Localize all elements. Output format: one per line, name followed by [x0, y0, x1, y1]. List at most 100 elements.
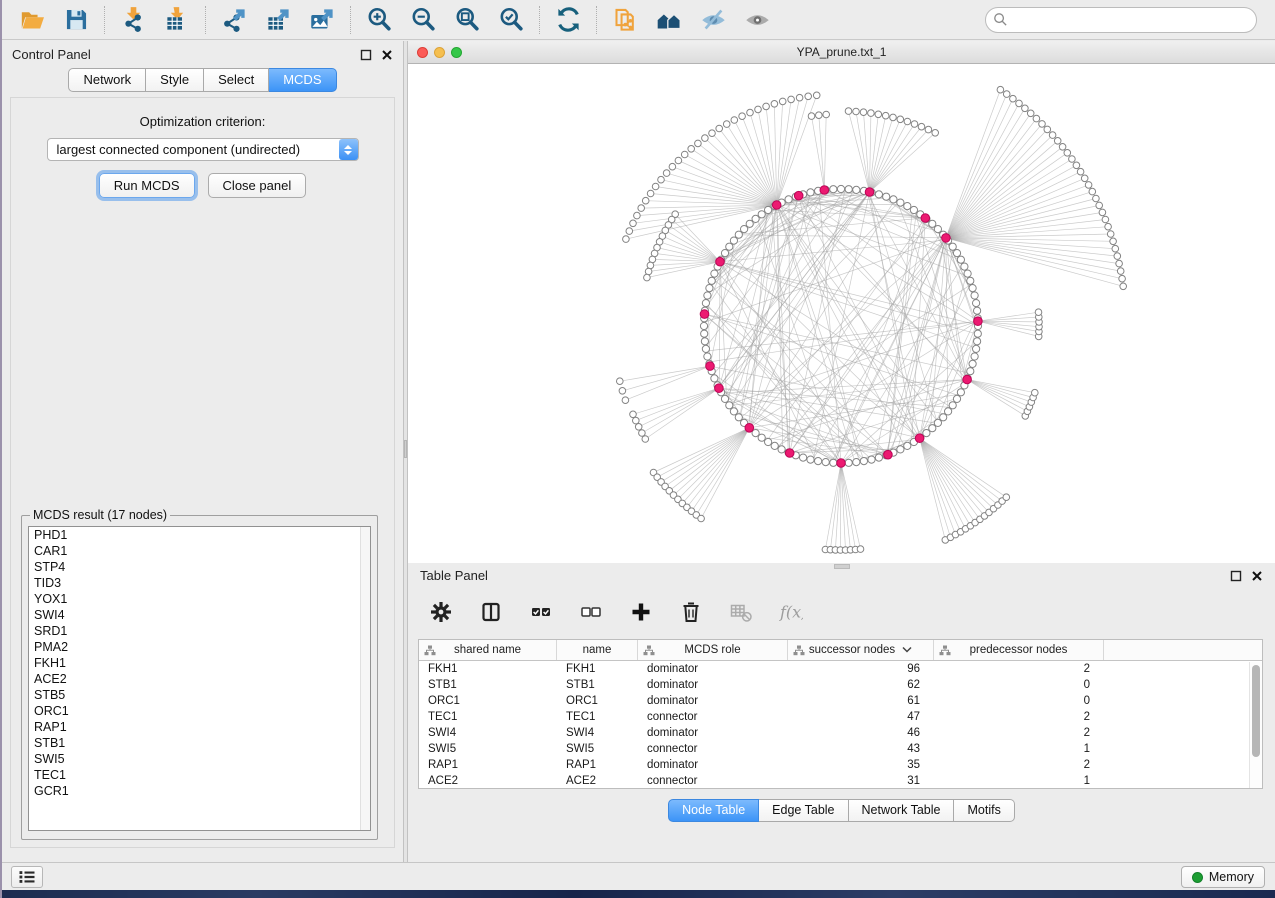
zoom-out-button[interactable]	[401, 4, 445, 36]
table-row[interactable]: FKH1 FKH1 dominator 96 2	[419, 661, 1262, 677]
cell-shared-name[interactable]: FKH1	[419, 661, 557, 677]
float-table-icon[interactable]	[1230, 570, 1242, 582]
delete-column-button[interactable]	[676, 597, 706, 627]
deselect-all-button[interactable]	[576, 597, 606, 627]
column-header-predecessor-nodes[interactable]: predecessor nodes	[934, 640, 1104, 660]
table-tab-node-table[interactable]: Node Table	[668, 799, 759, 822]
table-row[interactable]: SWI4 SWI4 dominator 46 2	[419, 725, 1262, 741]
column-header-shared-name[interactable]: shared name	[419, 640, 557, 660]
cell-mcds-role[interactable]: dominator	[638, 677, 788, 693]
copy-network-button[interactable]	[603, 4, 647, 36]
cell-shared-name[interactable]: STB1	[419, 677, 557, 693]
table-row[interactable]: SWI5 SWI5 connector 43 1	[419, 741, 1262, 757]
save-session-button[interactable]	[54, 4, 98, 36]
cell-shared-name[interactable]: TEC1	[419, 709, 557, 725]
splitter-grip[interactable]	[404, 440, 407, 458]
zoom-in-button[interactable]	[357, 4, 401, 36]
tab-select[interactable]: Select	[204, 68, 269, 92]
table-scrollbar[interactable]	[1249, 662, 1262, 788]
close-panel-button[interactable]: Close panel	[208, 173, 307, 198]
table-row[interactable]: TEC1 TEC1 connector 47 2	[419, 709, 1262, 725]
cell-successor-nodes[interactable]: 43	[788, 741, 934, 757]
mcds-result-item[interactable]: STP4	[29, 559, 370, 575]
mcds-result-item[interactable]: STB5	[29, 687, 370, 703]
cell-name[interactable]: RAP1	[557, 757, 638, 773]
run-mcds-button[interactable]: Run MCDS	[99, 173, 195, 198]
export-table-button[interactable]	[256, 4, 300, 36]
cell-mcds-role[interactable]: connector	[638, 709, 788, 725]
eye-button[interactable]	[735, 4, 779, 36]
cell-predecessor-nodes[interactable]: 2	[934, 709, 1104, 725]
mcds-result-item[interactable]: CAR1	[29, 543, 370, 559]
mcds-result-item[interactable]: PHD1	[29, 527, 370, 543]
cell-shared-name[interactable]: SWI5	[419, 741, 557, 757]
cell-successor-nodes[interactable]: 62	[788, 677, 934, 693]
cell-predecessor-nodes[interactable]: 2	[934, 661, 1104, 677]
eye-slash-button[interactable]	[691, 4, 735, 36]
tab-style[interactable]: Style	[146, 68, 204, 92]
cell-predecessor-nodes[interactable]: 1	[934, 741, 1104, 757]
cell-mcds-role[interactable]: connector	[638, 741, 788, 757]
houses-button[interactable]	[647, 4, 691, 36]
settings-gear-button[interactable]	[426, 597, 456, 627]
cell-successor-nodes[interactable]: 61	[788, 693, 934, 709]
cell-successor-nodes[interactable]: 35	[788, 757, 934, 773]
result-list-scrollbar[interactable]	[360, 527, 370, 830]
column-header-name[interactable]: name	[557, 640, 638, 660]
cell-name[interactable]: STB1	[557, 677, 638, 693]
cell-name[interactable]: SWI5	[557, 741, 638, 757]
mcds-result-item[interactable]: STB1	[29, 735, 370, 751]
tab-network[interactable]: Network	[68, 68, 146, 92]
memory-button[interactable]: Memory	[1181, 866, 1265, 888]
zoom-fit-button[interactable]	[445, 4, 489, 36]
task-history-button[interactable]	[11, 866, 43, 888]
table-tab-network-table[interactable]: Network Table	[849, 799, 955, 822]
cell-mcds-role[interactable]: dominator	[638, 725, 788, 741]
network-canvas[interactable]	[408, 64, 1275, 563]
mcds-result-item[interactable]: SWI4	[29, 607, 370, 623]
table-scrollbar-thumb[interactable]	[1252, 665, 1260, 757]
cell-mcds-role[interactable]: dominator	[638, 693, 788, 709]
table-tab-motifs[interactable]: Motifs	[954, 799, 1014, 822]
mcds-result-item[interactable]: TEC1	[29, 767, 370, 783]
column-header-MCDS-role[interactable]: MCDS role	[638, 640, 788, 660]
mcds-result-item[interactable]: FKH1	[29, 655, 370, 671]
search-input[interactable]	[985, 7, 1257, 33]
tab-mcds[interactable]: MCDS	[269, 68, 336, 92]
cell-shared-name[interactable]: ACE2	[419, 773, 557, 789]
mcds-result-item[interactable]: TID3	[29, 575, 370, 591]
cell-mcds-role[interactable]: dominator	[638, 661, 788, 677]
cell-name[interactable]: ACE2	[557, 773, 638, 789]
mcds-result-item[interactable]: ORC1	[29, 703, 370, 719]
cell-name[interactable]: FKH1	[557, 661, 638, 677]
cell-shared-name[interactable]: ORC1	[419, 693, 557, 709]
import-network-button[interactable]	[111, 4, 155, 36]
cell-successor-nodes[interactable]: 47	[788, 709, 934, 725]
table-row[interactable]: RAP1 RAP1 dominator 35 2	[419, 757, 1262, 773]
cell-shared-name[interactable]: SWI4	[419, 725, 557, 741]
cell-name[interactable]: SWI4	[557, 725, 638, 741]
float-window-icon[interactable]	[360, 49, 372, 61]
cell-successor-nodes[interactable]: 31	[788, 773, 934, 789]
mcds-result-item[interactable]: YOX1	[29, 591, 370, 607]
export-image-button[interactable]	[300, 4, 344, 36]
cell-predecessor-nodes[interactable]: 2	[934, 725, 1104, 741]
open-file-button[interactable]	[10, 4, 54, 36]
close-panel-icon[interactable]	[381, 49, 393, 61]
mcds-result-item[interactable]: RAP1	[29, 719, 370, 735]
export-network-button[interactable]	[212, 4, 256, 36]
cell-predecessor-nodes[interactable]: 0	[934, 677, 1104, 693]
cell-successor-nodes[interactable]: 96	[788, 661, 934, 677]
refresh-button[interactable]	[546, 4, 590, 36]
zoom-selected-button[interactable]	[489, 4, 533, 36]
cell-name[interactable]: TEC1	[557, 709, 638, 725]
cell-predecessor-nodes[interactable]: 2	[934, 757, 1104, 773]
cell-name[interactable]: ORC1	[557, 693, 638, 709]
add-column-button[interactable]	[626, 597, 656, 627]
cell-shared-name[interactable]: RAP1	[419, 757, 557, 773]
mcds-result-item[interactable]: GCR1	[29, 783, 370, 799]
criterion-select[interactable]: largest connected component (undirected)	[47, 138, 359, 161]
select-all-button[interactable]	[526, 597, 556, 627]
table-tab-edge-table[interactable]: Edge Table	[759, 799, 848, 822]
cell-mcds-role[interactable]: dominator	[638, 757, 788, 773]
